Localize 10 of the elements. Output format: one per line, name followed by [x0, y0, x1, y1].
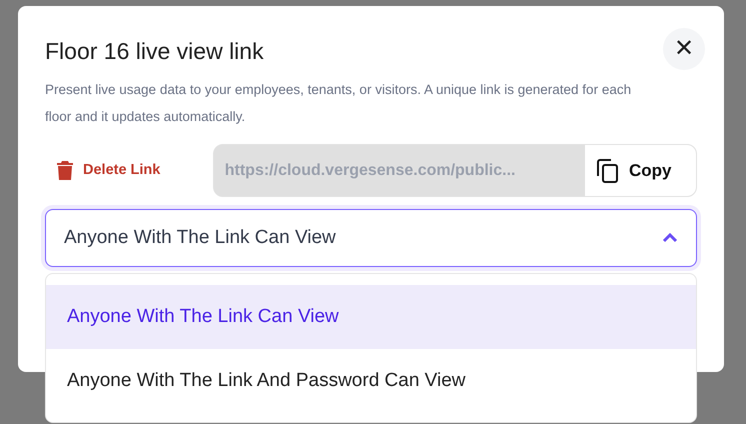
menu-option[interactable]: Anyone With The Link Can View: [46, 285, 696, 349]
dialog-title: Floor 16 live view link: [45, 36, 264, 66]
delete-link-button[interactable]: Delete Link: [57, 160, 213, 182]
copy-button[interactable]: Copy: [585, 145, 696, 196]
link-url: https://cloud.vergesense.com/public...: [224, 160, 516, 180]
link-field[interactable]: https://cloud.vergesense.com/public... Copy: [212, 144, 697, 197]
dialog-description: Present live usage data to your employees, tenants, or visitors. A unique link is generated for each floor and it updates automatically.: [45, 81, 632, 126]
close-button[interactable]: ✕: [663, 28, 705, 70]
copy-icon: [597, 158, 619, 182]
trash-icon: [57, 161, 73, 180]
